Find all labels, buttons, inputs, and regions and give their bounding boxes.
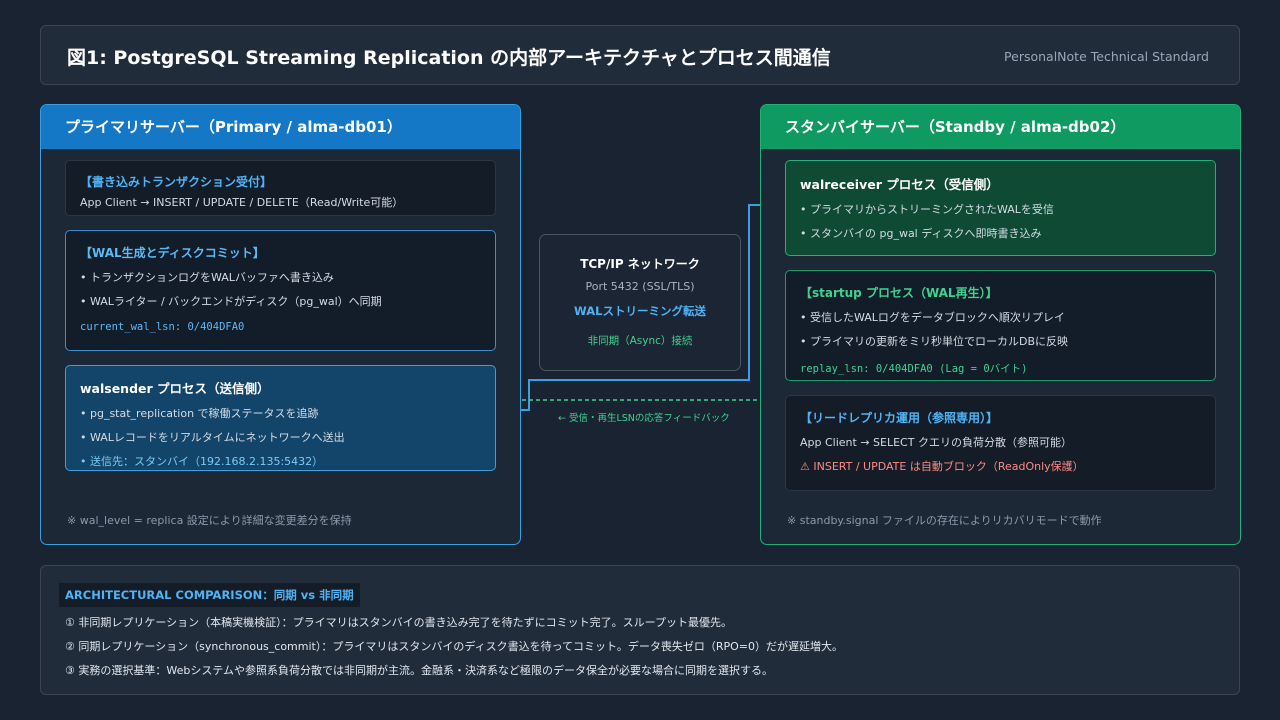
- network-box: TCP/IP ネットワーク Port 5432 (SSL/TLS) WALストリ…: [539, 234, 741, 371]
- startup-process-box: 【startup プロセス（WAL再生）】 • 受信したWALログをデータブロッ…: [785, 270, 1216, 381]
- write-transaction-line: App Client → INSERT / UPDATE / DELETE（Re…: [80, 196, 404, 209]
- network-stream-label: WALストリーミング転送: [574, 304, 706, 318]
- walsender-line: • pg_stat_replication で稼働ステータスを追跡: [80, 407, 319, 420]
- standby-footnote: ※ standby.signal ファイルの存在によりリカバリモードで動作: [787, 514, 1102, 527]
- comparison-item: ① 非同期レプリケーション（本稿実機検証）：プライマリはスタンバイの書き込み完了…: [65, 616, 732, 629]
- network-port: Port 5432 (SSL/TLS): [585, 280, 695, 293]
- walsender-line: • WALレコードをリアルタイムにネットワークへ送出: [80, 431, 345, 444]
- primary-server-panel: プライマリサーバー（Primary / alma-db01） 【書き込みトランザ…: [40, 104, 521, 545]
- network-title: TCP/IP ネットワーク: [580, 257, 700, 271]
- read-replica-warning: ⚠ INSERT / UPDATE は自動ブロック（ReadOnly保護）: [800, 460, 1084, 473]
- walsender-destination: • 送信先：スタンバイ（192.168.2.135:5432）: [80, 455, 324, 468]
- startup-process-line: • 受信したWALログをデータブロックへ順次リプレイ: [800, 311, 1065, 324]
- wal-generation-line: • WALライター / バックエンドがディスク（pg_wal）へ同期: [80, 295, 382, 308]
- walsender-box: walsender プロセス（送信側） • pg_stat_replicatio…: [65, 365, 496, 471]
- walreceiver-line: • プライマリからストリーミングされたWALを受信: [800, 203, 1054, 216]
- network-mode-label: 非同期（Async）接続: [587, 335, 693, 347]
- write-transaction-box: 【書き込みトランザクション受付】 App Client → INSERT / U…: [65, 160, 496, 216]
- wal-generation-title: 【WAL生成とディスクコミット】: [80, 246, 265, 260]
- startup-process-title: 【startup プロセス（WAL再生）】: [800, 286, 998, 300]
- primary-server-title: プライマリサーバー（Primary / alma-db01）: [41, 105, 520, 149]
- startup-process-line: • プライマリの更新をミリ秒単位でローカルDBに反映: [800, 335, 1068, 348]
- primary-footnote: ※ wal_level = replica 設定により詳細な変更差分を保持: [67, 514, 352, 527]
- feedback-label: ← 受信・再生LSNの応答フィードバック: [558, 413, 730, 424]
- comparison-item: ③ 実務の選択基準：Webシステムや参照系負荷分散では非同期が主流。金融系・決済…: [65, 664, 774, 677]
- walsender-title: walsender プロセス（送信側）: [80, 381, 270, 396]
- wal-generation-box: 【WAL生成とディスクコミット】 • トランザクションログをWALバッファへ書き…: [65, 230, 496, 351]
- write-transaction-title: 【書き込みトランザクション受付】: [80, 175, 273, 189]
- walreceiver-box: walreceiver プロセス（受信側） • プライマリからストリーミングされ…: [785, 160, 1216, 256]
- current-wal-lsn: current_wal_lsn: 0/404DFA0: [80, 321, 245, 333]
- standby-server-panel: スタンバイサーバー（Standby / alma-db02） walreceiv…: [760, 104, 1241, 545]
- walreceiver-line: • スタンバイの pg_wal ディスクへ即時書き込み: [800, 227, 1042, 240]
- comparison-panel: ARCHITECTURAL COMPARISON：同期 vs 非同期 ① 非同期…: [40, 565, 1240, 695]
- wal-generation-line: • トランザクションログをWALバッファへ書き込み: [80, 271, 334, 284]
- standby-server-title: スタンバイサーバー（Standby / alma-db02）: [761, 105, 1240, 149]
- read-replica-box: 【リードレプリカ運用（参照専用）】 App Client → SELECT クエ…: [785, 395, 1216, 491]
- read-replica-title: 【リードレプリカ運用（参照専用）】: [800, 411, 999, 425]
- replay-lsn: replay_lsn: 0/404DFA0 (Lag = 0バイト): [800, 363, 1028, 375]
- read-replica-line: App Client → SELECT クエリの負荷分散（参照可能）: [800, 436, 1072, 449]
- comparison-item: ② 同期レプリケーション（synchronous_commit）：プライマリはス…: [65, 640, 843, 653]
- comparison-title: ARCHITECTURAL COMPARISON：同期 vs 非同期: [59, 583, 360, 607]
- walreceiver-title: walreceiver プロセス（受信側）: [800, 177, 999, 192]
